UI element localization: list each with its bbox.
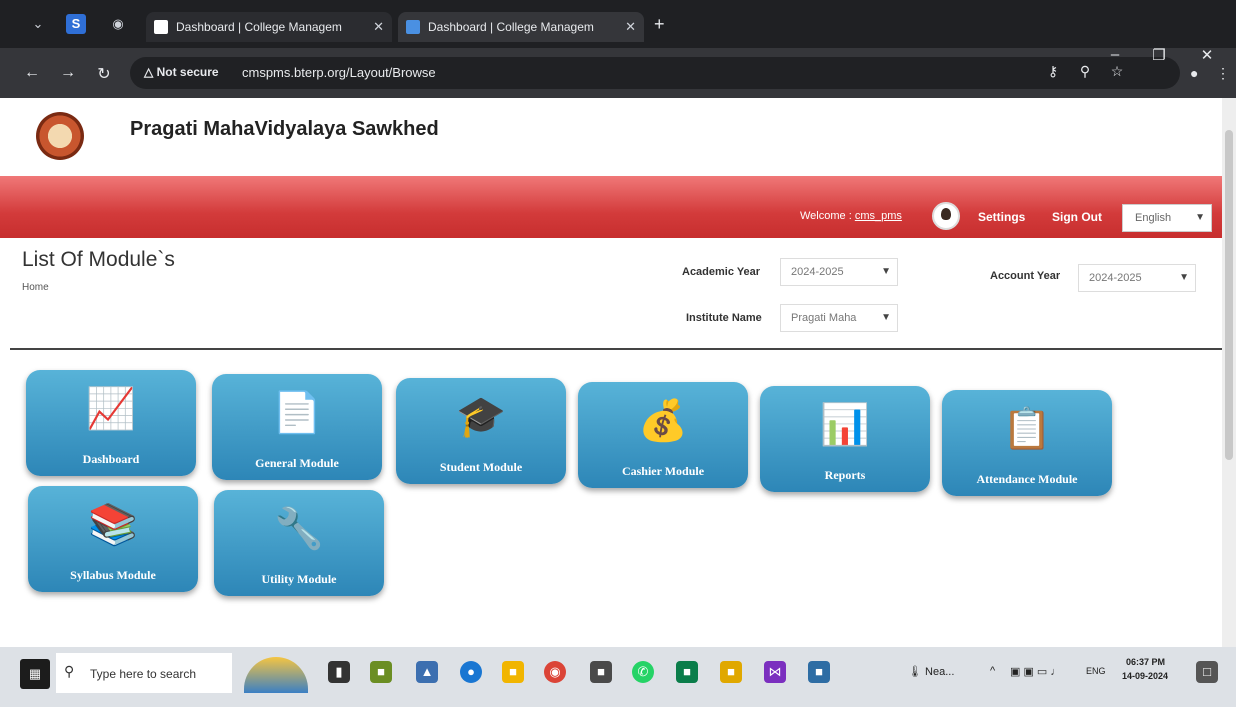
browser-menu-icon[interactable]: ⋮	[1216, 65, 1230, 82]
not-secure-indicator[interactable]: △ Not secure	[144, 65, 219, 79]
new-tab-plus-icon[interactable]: +	[654, 14, 665, 34]
input-language[interactable]: ENG	[1086, 666, 1106, 676]
app-icon[interactable]: ■	[808, 661, 830, 683]
money-chart-icon: 💰	[638, 399, 688, 443]
app-icon[interactable]: ■	[676, 661, 698, 683]
tray-chevron-up-icon[interactable]: ^	[990, 665, 995, 677]
warning-triangle-icon: △	[144, 65, 154, 79]
visual-studio-icon[interactable]: ⋈	[764, 661, 786, 683]
module-cashier[interactable]: 💰 Cashier Module	[578, 382, 748, 488]
page-favicon-icon	[406, 20, 420, 34]
chrome-icon[interactable]: ◉	[544, 661, 566, 683]
file-explorer-icon[interactable]: ■	[502, 661, 524, 683]
module-grid: 📈 Dashboard 📄 General Module 🎓 Student M…	[0, 98, 1222, 647]
page-favicon-icon	[154, 20, 168, 34]
search-placeholder: Type here to search	[90, 667, 197, 681]
browser-tab-2[interactable]: Dashboard | College Managem ✕	[398, 12, 644, 42]
browser-address-bar: ← → ↻ △ Not secure cmspms.bterp.org/Layo…	[0, 48, 1236, 98]
document-icon: 📄	[272, 391, 322, 435]
task-view-icon[interactable]: ▮	[328, 661, 350, 683]
app-icon[interactable]: ■	[590, 661, 612, 683]
zoom-magnifier-icon[interactable]: ⚲	[1076, 63, 1094, 80]
page-scrollbar-thumb[interactable]	[1225, 130, 1233, 460]
tools-icon: 🔧	[274, 507, 324, 551]
tab-search-icon[interactable]: ⌄	[28, 14, 48, 34]
pinned-tab-s-icon[interactable]: S	[66, 14, 86, 34]
close-icon[interactable]: ✕	[625, 12, 636, 42]
bookmark-star-icon[interactable]: ☆	[1108, 63, 1126, 80]
clock-time[interactable]: 06:37 PM	[1126, 657, 1165, 667]
forward-arrow-icon[interactable]: →	[58, 64, 78, 82]
module-syllabus[interactable]: 📚 Syllabus Module	[28, 486, 198, 592]
pinned-tab-globe-icon[interactable]: ◉	[108, 14, 128, 34]
thermometer-icon: 🌡	[908, 666, 922, 678]
close-icon[interactable]: ✕	[373, 12, 384, 42]
notification-center-icon[interactable]: □	[1196, 661, 1218, 683]
url-text[interactable]: cmspms.bterp.org/Layout/Browse	[242, 65, 436, 80]
money-chart-icon: 📈	[86, 387, 136, 431]
browser-tab-1[interactable]: Dashboard | College Managem ✕	[146, 12, 392, 42]
tray-icons[interactable]: ▣ ▣ ▭ ♩	[1010, 665, 1061, 678]
windows-start-icon[interactable]: ▦	[20, 659, 50, 689]
module-general[interactable]: 📄 General Module	[212, 374, 382, 480]
app-icon[interactable]: ▲	[416, 661, 438, 683]
tab-title: Dashboard | College Managem	[176, 20, 342, 34]
app-icon[interactable]: ■	[720, 661, 742, 683]
clock-date[interactable]: 14-09-2024	[1122, 671, 1168, 681]
taskbar-search-box[interactable]: ⚲ Type here to search	[56, 653, 232, 693]
whatsapp-icon[interactable]: ✆	[632, 661, 654, 683]
reload-icon[interactable]: ↻	[94, 64, 114, 84]
search-icon: ⚲	[64, 663, 75, 679]
back-arrow-icon[interactable]: ←	[22, 64, 42, 82]
key-icon[interactable]: ⚷	[1044, 63, 1062, 80]
graduates-icon: 🎓	[456, 395, 506, 439]
edge-browser-icon[interactable]: ●	[460, 661, 482, 683]
books-icon: 📚	[88, 503, 138, 547]
close-window-icon[interactable]: ✕	[1196, 46, 1218, 64]
profile-icon[interactable]: ●	[1190, 65, 1198, 81]
module-utility[interactable]: 🔧 Utility Module	[214, 490, 384, 596]
minimize-icon[interactable]: –	[1104, 46, 1126, 63]
maximize-icon[interactable]: ❐	[1148, 46, 1170, 64]
weather-widget[interactable]: 🌡 Nea...	[908, 665, 954, 678]
app-icon[interactable]: ■	[370, 661, 392, 683]
windows-taskbar: ▦ ⚲ Type here to search ▮ ■ ▲ ● ■ ◉ ■ ✆ …	[0, 647, 1236, 707]
report-icon: 📊	[820, 403, 870, 447]
search-highlight-banner[interactable]	[244, 657, 308, 693]
module-attendance[interactable]: 📋 Attendance Module	[942, 390, 1112, 496]
url-omnibox[interactable]: △ Not secure cmspms.bterp.org/Layout/Bro…	[130, 57, 1180, 89]
browser-tab-bar: ⌄ S ◉ Dashboard | College Managem ✕ Dash…	[0, 0, 1236, 48]
page-viewport: Pragati MahaVidyalaya Sawkhed Welcome : …	[0, 98, 1222, 647]
clipboard-icon: 📋	[1002, 407, 1052, 451]
module-reports[interactable]: 📊 Reports	[760, 386, 930, 492]
module-dashboard[interactable]: 📈 Dashboard	[26, 370, 196, 476]
tab-title: Dashboard | College Managem	[428, 20, 594, 34]
module-student[interactable]: 🎓 Student Module	[396, 378, 566, 484]
